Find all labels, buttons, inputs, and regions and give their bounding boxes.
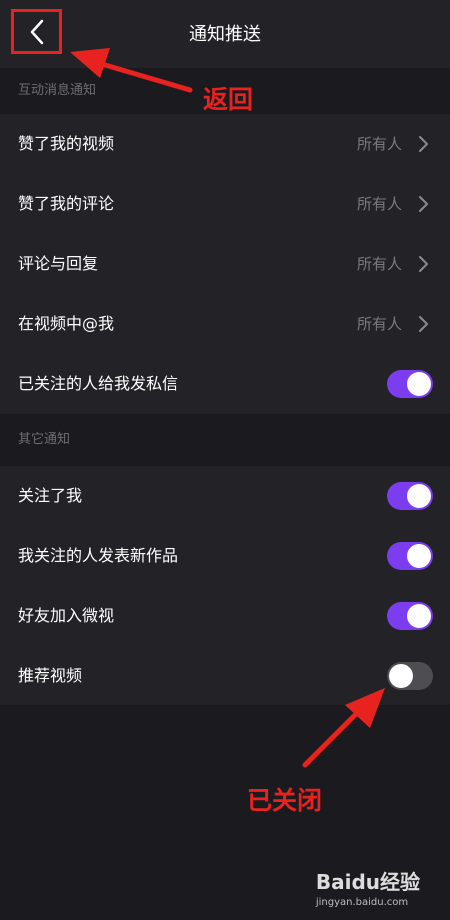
back-annotation-label: 返回	[203, 85, 254, 114]
annotation-arrows	[70, 48, 385, 768]
back-annotation-arrow	[70, 48, 193, 93]
watermark-url: jingyan.baidu.com	[315, 897, 409, 908]
closed-annotation-label: 已关闭	[247, 786, 323, 815]
baidu-watermark: Baidu经验 jingyan.baidu.com	[316, 866, 420, 908]
closed-annotation-arrow	[302, 688, 385, 768]
watermark-brand: Baidu经验	[315, 870, 420, 894]
